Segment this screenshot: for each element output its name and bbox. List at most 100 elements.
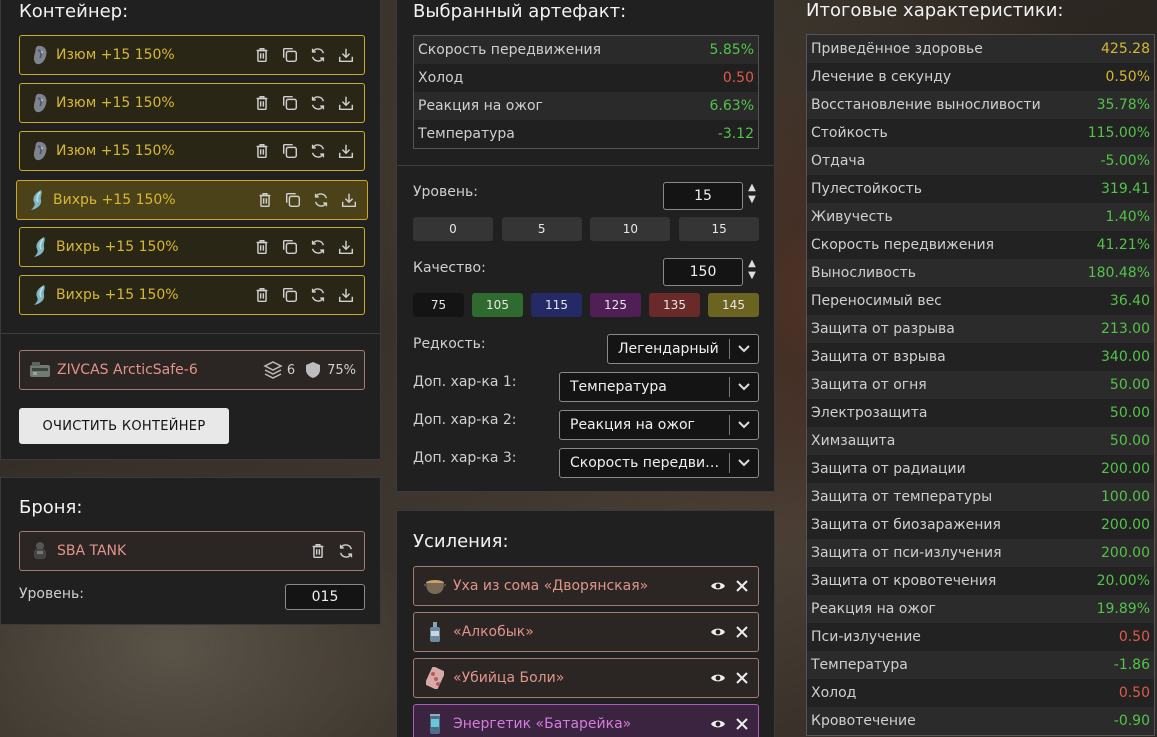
total-stat-value: 50.00 [1109, 405, 1150, 421]
close-icon[interactable] [732, 626, 752, 638]
boosts-title: Усиления: [413, 531, 509, 552]
chevron-down-icon[interactable]: ▼ [748, 194, 756, 206]
total-stat-value: 50.00 [1109, 377, 1150, 393]
extra2-select[interactable]: Реакция на ожог [559, 410, 759, 440]
trash-icon[interactable] [252, 45, 272, 65]
copy-icon[interactable] [280, 237, 300, 257]
total-stat-value: 180.48% [1087, 265, 1150, 281]
level-preset-button[interactable]: 10 [590, 217, 671, 241]
trash-icon[interactable] [252, 141, 272, 161]
boost-name: «Алкобык» [453, 624, 534, 640]
download-icon[interactable] [336, 285, 356, 305]
total-stat-name: Выносливость [811, 265, 917, 281]
container-box-slots: 6 [286, 362, 296, 378]
swap-icon[interactable] [308, 93, 328, 113]
trash-icon[interactable] [252, 285, 272, 305]
total-stat-name: Защита от радиации [811, 461, 966, 477]
swap-icon[interactable] [308, 45, 328, 65]
eye-icon[interactable] [708, 672, 728, 684]
eye-icon[interactable] [708, 580, 728, 592]
trash-icon[interactable] [255, 190, 275, 210]
quality-preset-button[interactable]: 75 [413, 293, 464, 317]
chevron-up-icon[interactable]: ▲ [748, 182, 756, 194]
close-icon[interactable] [732, 580, 752, 592]
close-icon[interactable] [732, 718, 752, 730]
total-stat-value: 0.50 [1118, 685, 1150, 701]
quality-stepper[interactable]: ▲ ▼ [747, 258, 757, 282]
armor-row[interactable]: SBA TANK [19, 531, 365, 571]
copy-icon[interactable] [280, 285, 300, 305]
quality-preset-button[interactable]: 105 [472, 293, 523, 317]
total-stat-name: Температура [811, 657, 908, 673]
container-artifact-row[interactable]: Изюм +15 150% [19, 131, 365, 171]
chevron-down-icon [730, 421, 758, 429]
extra1-select[interactable]: Температура [559, 372, 759, 402]
rarity-select[interactable]: Легендарный [607, 334, 759, 364]
container-box-row[interactable]: ZIVCAS ArcticSafe-6 6 75% [19, 350, 365, 390]
total-stat-value: 319.41 [1101, 181, 1150, 197]
level-preset-button[interactable]: 0 [413, 217, 493, 241]
boost-row[interactable]: Уха из сома «Дворянская» [413, 566, 759, 606]
total-stat-value: 200.00 [1101, 545, 1150, 561]
armor-suit-icon [29, 540, 51, 562]
total-stat-row: Стойкость 115.00% [807, 119, 1154, 147]
chevron-down-icon[interactable]: ▼ [748, 270, 756, 282]
download-icon[interactable] [336, 141, 356, 161]
total-stat-row: Выносливость 180.48% [807, 259, 1154, 287]
artifact-quality-input[interactable]: 150 [663, 258, 743, 286]
container-artifact-row[interactable]: Изюм +15 150% [19, 35, 365, 75]
download-icon[interactable] [336, 93, 356, 113]
close-icon[interactable] [732, 672, 752, 684]
quality-preset-button[interactable]: 145 [708, 293, 759, 317]
boost-row[interactable]: «Алкобык» [413, 612, 759, 652]
extra3-select[interactable]: Скорость передвижения [559, 448, 759, 478]
quality-preset-button[interactable]: 135 [649, 293, 700, 317]
total-stat-value: 1.40% [1105, 209, 1150, 225]
boost-name: Энергетик «Батарейка» [453, 716, 632, 732]
swap-icon[interactable] [336, 541, 356, 561]
total-stat-value: -1.86 [1113, 657, 1150, 673]
swap-icon[interactable] [308, 141, 328, 161]
container-artifact-row[interactable]: Вихрь +15 150% [19, 227, 365, 267]
eye-icon[interactable] [708, 626, 728, 638]
level-preset-button[interactable]: 15 [679, 217, 760, 241]
stat-name: Холод [418, 70, 464, 86]
stat-name: Скорость передвижения [418, 42, 601, 58]
trash-icon[interactable] [252, 93, 272, 113]
container-artifact-row[interactable]: Вихрь +15 150% [19, 275, 365, 315]
total-stat-name: Пулестойкость [811, 181, 923, 197]
total-stat-row: Защита от пси-излучения 200.00 [807, 539, 1154, 567]
boost-row[interactable]: Энергетик «Батарейка» [413, 704, 759, 737]
eye-icon[interactable] [708, 718, 728, 730]
copy-icon[interactable] [280, 93, 300, 113]
trash-icon[interactable] [308, 541, 328, 561]
swap-icon[interactable] [308, 237, 328, 257]
copy-icon[interactable] [283, 190, 303, 210]
total-stat-name: Холод [811, 685, 857, 701]
quality-preset-button[interactable]: 115 [531, 293, 582, 317]
level-preset-button[interactable]: 5 [501, 217, 582, 241]
whirl-artifact-icon [27, 189, 49, 211]
total-stat-value: 50.00 [1109, 433, 1150, 449]
container-artifact-row[interactable]: Изюм +15 150% [19, 83, 365, 123]
container-artifact-row[interactable]: Вихрь +15 150% [16, 180, 368, 220]
trash-icon[interactable] [252, 237, 272, 257]
swap-icon[interactable] [308, 285, 328, 305]
download-icon[interactable] [336, 45, 356, 65]
artifact-level-input[interactable]: 15 [663, 182, 743, 210]
download-icon[interactable] [339, 190, 359, 210]
quality-preset-button[interactable]: 125 [590, 293, 641, 317]
clear-container-button[interactable]: ОЧИСТИТЬ КОНТЕЙНЕР [19, 408, 229, 444]
swap-icon[interactable] [311, 190, 331, 210]
level-stepper[interactable]: ▲ ▼ [747, 182, 757, 206]
download-icon[interactable] [336, 237, 356, 257]
copy-icon[interactable] [280, 45, 300, 65]
armor-level-input[interactable]: 015 [285, 584, 365, 610]
copy-icon[interactable] [280, 141, 300, 161]
boost-row[interactable]: «Убийца Боли» [413, 658, 759, 698]
total-stat-name: Защита от биозаражения [811, 517, 1001, 533]
total-stat-row: Защита от биозаражения 200.00 [807, 511, 1154, 539]
chevron-up-icon[interactable]: ▲ [748, 258, 756, 270]
total-stat-name: Защита от разрыва [811, 321, 955, 337]
total-stat-name: Защита от взрыва [811, 349, 946, 365]
